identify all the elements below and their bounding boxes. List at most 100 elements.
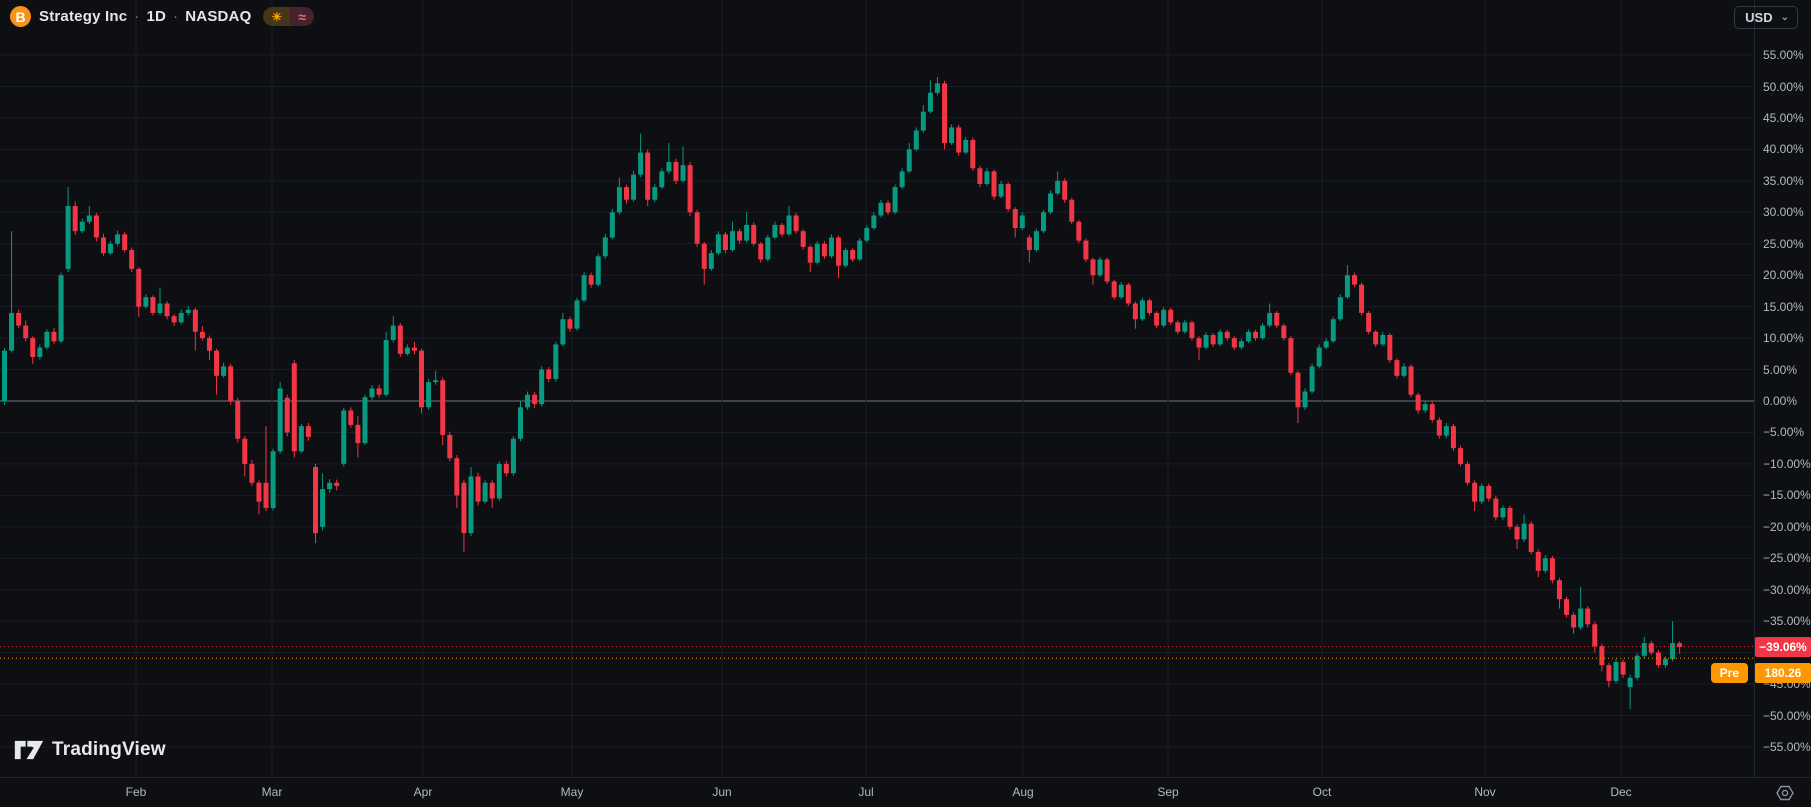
candle-body bbox=[702, 244, 707, 269]
time-axis[interactable]: FebMarAprMayJunJulAugSepOctNovDec bbox=[0, 777, 1811, 807]
candle-body bbox=[1592, 624, 1597, 646]
price-axis-label: −10.00% bbox=[1763, 457, 1811, 471]
candle-body bbox=[468, 476, 473, 533]
candle-body bbox=[1493, 498, 1498, 517]
candle-body bbox=[1020, 215, 1025, 228]
candle-body bbox=[129, 250, 134, 269]
candle-body bbox=[1366, 313, 1371, 332]
price-axis[interactable]: 55.00%50.00%45.00%40.00%35.00%30.00%25.0… bbox=[1754, 0, 1811, 777]
candle-body bbox=[1529, 524, 1534, 552]
candle-body bbox=[115, 234, 120, 243]
candle-body bbox=[1635, 656, 1640, 678]
candle-body bbox=[143, 297, 148, 306]
candle-body bbox=[970, 140, 975, 168]
approximate-data-icon[interactable]: ≈ bbox=[290, 7, 314, 26]
candle-body bbox=[490, 483, 495, 499]
candle-body bbox=[136, 269, 141, 307]
time-axis-label: Sep bbox=[1157, 785, 1178, 799]
candle-body bbox=[1451, 426, 1456, 448]
candle-body bbox=[1225, 332, 1230, 338]
candle-body bbox=[87, 215, 92, 221]
candle-body bbox=[1112, 281, 1117, 297]
candle-body bbox=[794, 215, 799, 231]
candle-body bbox=[51, 332, 56, 341]
candle-body bbox=[808, 247, 813, 263]
market-status-badges[interactable]: ☀ ≈ bbox=[263, 7, 313, 26]
price-axis-label: 40.00% bbox=[1763, 142, 1804, 156]
candle-body bbox=[1232, 338, 1237, 347]
time-axis-label: Feb bbox=[126, 785, 147, 799]
candle-body bbox=[1444, 426, 1449, 435]
candle-body bbox=[652, 187, 657, 200]
price-axis-label: −30.00% bbox=[1763, 583, 1811, 597]
candle-body bbox=[1621, 662, 1626, 675]
candle-body bbox=[391, 326, 396, 340]
candle-body bbox=[928, 93, 933, 112]
settings-icon[interactable] bbox=[1775, 783, 1795, 807]
candle-body bbox=[1409, 366, 1414, 394]
candle-body bbox=[1175, 322, 1180, 331]
candle-body bbox=[179, 313, 184, 322]
candle-body bbox=[1041, 212, 1046, 231]
price-axis-label: 20.00% bbox=[1763, 268, 1804, 282]
candle-body bbox=[935, 83, 940, 92]
candle-body bbox=[1345, 275, 1350, 297]
candle-body bbox=[433, 380, 438, 382]
candle-body bbox=[9, 313, 14, 351]
price-axis-label: 15.00% bbox=[1763, 300, 1804, 314]
candle-body bbox=[737, 231, 742, 240]
candle-body bbox=[624, 187, 629, 200]
candle-body bbox=[560, 319, 565, 344]
currency-label: USD bbox=[1745, 10, 1772, 25]
candlestick-chart-canvas[interactable] bbox=[0, 0, 1811, 807]
candle-body bbox=[843, 250, 848, 266]
candle-body bbox=[801, 231, 806, 247]
candle-body bbox=[1599, 646, 1604, 665]
candle-body bbox=[1083, 241, 1088, 260]
candle-body bbox=[228, 366, 233, 401]
premarket-sun-icon[interactable]: ☀ bbox=[263, 7, 290, 26]
symbol-header[interactable]: B Strategy Inc · 1D · NASDAQ ☀ ≈ bbox=[10, 6, 314, 27]
candle-body bbox=[518, 407, 523, 438]
candle-body bbox=[787, 215, 792, 234]
candle-body bbox=[483, 483, 488, 502]
title-separator: · bbox=[134, 8, 139, 25]
candle-body bbox=[956, 127, 961, 152]
candle-body bbox=[539, 370, 544, 405]
candle-body bbox=[200, 332, 205, 338]
candle-body bbox=[1430, 404, 1435, 420]
candle-body bbox=[553, 344, 558, 379]
candle-body bbox=[1090, 259, 1095, 275]
candle-body bbox=[447, 435, 452, 458]
candle-body bbox=[412, 348, 417, 351]
candle-body bbox=[900, 171, 905, 187]
candle-body bbox=[30, 338, 35, 357]
candle-body bbox=[172, 316, 177, 322]
last-price-label: −39.06% bbox=[1755, 637, 1811, 657]
candle-body bbox=[341, 410, 346, 463]
candle-body bbox=[681, 165, 686, 181]
currency-selector[interactable]: USD ⌄ bbox=[1734, 6, 1798, 29]
candle-body bbox=[23, 326, 28, 339]
candle-body bbox=[1614, 662, 1619, 681]
candle-body bbox=[596, 256, 601, 284]
tradingview-wordmark: TradingView bbox=[52, 739, 166, 761]
candle-body bbox=[313, 467, 318, 533]
symbol-title[interactable]: Strategy Inc · 1D · NASDAQ bbox=[39, 8, 251, 25]
candle-body bbox=[1048, 193, 1053, 212]
candle-body bbox=[1515, 527, 1520, 540]
price-axis-label: 5.00% bbox=[1763, 363, 1797, 377]
time-axis-label: Oct bbox=[1313, 785, 1332, 799]
price-axis-label: 25.00% bbox=[1763, 237, 1804, 251]
candle-body bbox=[1670, 643, 1675, 659]
price-axis-label: 55.00% bbox=[1763, 48, 1804, 62]
candle-body bbox=[1182, 322, 1187, 331]
candle-body bbox=[476, 476, 481, 501]
price-axis-label: 30.00% bbox=[1763, 205, 1804, 219]
candle-body bbox=[631, 175, 636, 200]
candle-body bbox=[779, 225, 784, 234]
title-separator: · bbox=[173, 8, 178, 25]
candle-body bbox=[1479, 486, 1484, 502]
candle-body bbox=[94, 215, 99, 237]
price-axis-label: 10.00% bbox=[1763, 331, 1804, 345]
